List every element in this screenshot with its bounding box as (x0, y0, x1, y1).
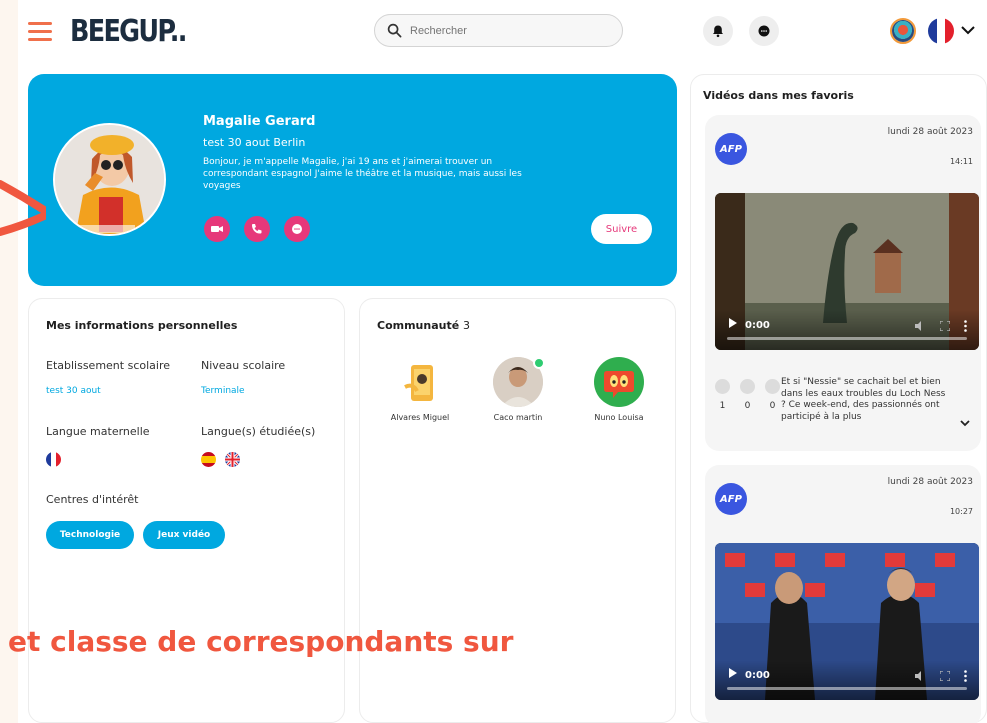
beegup-logo[interactable]: BEEGUP.. (70, 14, 187, 49)
uk-flag-icon (225, 452, 240, 467)
video-player[interactable]: 0:00 (715, 193, 979, 350)
community-member[interactable]: Alvares Miguel (380, 357, 460, 422)
interest-tag-video-games[interactable]: Jeux vidéo (143, 521, 225, 549)
more-options-icon[interactable] (964, 670, 967, 682)
video-current-time: 0:00 (745, 320, 770, 331)
phone-icon (252, 224, 262, 234)
follow-button[interactable]: Suivre (591, 214, 652, 244)
search-input[interactable] (410, 24, 600, 37)
community-member[interactable]: Nuno Louisa (579, 357, 659, 422)
phone-call-button[interactable] (244, 216, 270, 242)
search-icon (387, 23, 402, 38)
mute-icon[interactable] (914, 670, 926, 682)
profile-card: Magalie Gerard test 30 aout Berlin Bonjo… (28, 74, 677, 286)
personal-info-card: Mes informations personnelles Etablissem… (28, 298, 345, 723)
level-value: Terminale (201, 386, 245, 396)
more-options-icon[interactable] (964, 320, 967, 332)
fullscreen-icon[interactable] (940, 321, 950, 331)
studied-languages-label: Langue(s) étudiée(s) (201, 425, 316, 438)
menu-icon[interactable] (28, 22, 52, 41)
alert-reaction[interactable]: 0 (765, 379, 780, 411)
top-bar: BEEGUP.. (18, 0, 987, 64)
spanish-flag-icon (201, 452, 216, 467)
favorites-title: Vidéos dans mes favoris (703, 89, 854, 102)
level-label: Niveau scolaire (201, 359, 286, 372)
community-card: Communauté 3 Alvares Miguel Caco martin … (359, 298, 676, 723)
video-camera-icon (211, 226, 223, 232)
school-label: Etablissement scolaire (46, 359, 171, 372)
user-avatar[interactable] (890, 18, 916, 44)
afp-logo: AFP (715, 483, 747, 515)
video-player[interactable]: 0:00 (715, 543, 979, 700)
fullscreen-icon[interactable] (940, 671, 950, 681)
message-button[interactable] (284, 216, 310, 242)
alert-icon (765, 379, 780, 394)
video-current-time: 0:00 (745, 670, 770, 681)
heart-icon (715, 379, 730, 394)
favorite-videos-panel: Vidéos dans mes favoris AFP lundi 28 aoû… (690, 74, 987, 723)
promo-caption: et classe de correspondants sur (8, 625, 514, 658)
like-reaction[interactable]: 1 (715, 379, 730, 411)
mother-tongue-label: Langue maternelle (46, 425, 150, 438)
online-status-dot (533, 357, 545, 369)
chevron-down-icon[interactable] (960, 22, 976, 38)
school-value: test 30 aout (46, 386, 101, 396)
play-icon[interactable] (729, 318, 737, 328)
interests-label: Centres d'intérêt (46, 493, 139, 506)
video-progress-track[interactable] (727, 337, 967, 340)
video-card: AFP lundi 28 août 2023 14:11 0:00 1 0 0 … (705, 115, 981, 451)
member-name: Alvares Miguel (390, 413, 450, 422)
interest-tag-technology[interactable]: Technologie (46, 521, 134, 549)
chat-bubble-icon (758, 25, 770, 37)
expand-chevron-icon[interactable] (959, 417, 971, 429)
video-date: lundi 28 août 2023 (887, 127, 973, 137)
member-name: Caco martin (493, 413, 543, 422)
video-time: 10:27 (949, 507, 973, 516)
app-window: BEEGUP.. Rechercher Magalie Gerard test … (18, 0, 987, 723)
video-card: AFP lundi 28 août 2023 10:27 0:00 (705, 465, 981, 723)
play-icon[interactable] (729, 668, 737, 678)
share-reaction[interactable]: 0 (740, 379, 755, 411)
decorative-arrow (0, 180, 46, 236)
member-avatar (594, 357, 644, 407)
french-flag-icon (46, 452, 61, 467)
video-date: lundi 28 août 2023 (887, 477, 973, 487)
community-member[interactable]: Caco martin (478, 357, 558, 422)
profile-name: Magalie Gerard (203, 114, 316, 129)
member-avatar (493, 357, 545, 407)
search-bar[interactable] (374, 14, 623, 47)
video-time: 14:11 (949, 157, 973, 166)
french-flag-icon[interactable] (928, 18, 954, 44)
video-reactions: 1 0 0 (715, 379, 780, 411)
chat-bubble-icon (292, 224, 302, 234)
afp-logo: AFP (715, 133, 747, 165)
community-title: Communauté 3 (377, 319, 471, 332)
mute-icon[interactable] (914, 320, 926, 332)
notifications-button[interactable] (703, 16, 733, 46)
info-card-title: Mes informations personnelles (46, 319, 238, 332)
share-icon (740, 379, 755, 394)
bell-icon (713, 25, 723, 38)
messages-button[interactable] (749, 16, 779, 46)
community-count: 3 (463, 319, 471, 332)
member-avatar (395, 357, 445, 407)
member-name: Nuno Louisa (594, 413, 644, 422)
video-progress-track[interactable] (727, 687, 967, 690)
profile-location: test 30 aout Berlin (203, 136, 306, 149)
video-call-button[interactable] (204, 216, 230, 242)
video-description: Et si "Nessie" se cachait bel et bien da… (781, 377, 946, 422)
profile-photo (53, 123, 166, 236)
profile-bio: Bonjour, je m'appelle Magalie, j'ai 19 a… (203, 157, 522, 191)
